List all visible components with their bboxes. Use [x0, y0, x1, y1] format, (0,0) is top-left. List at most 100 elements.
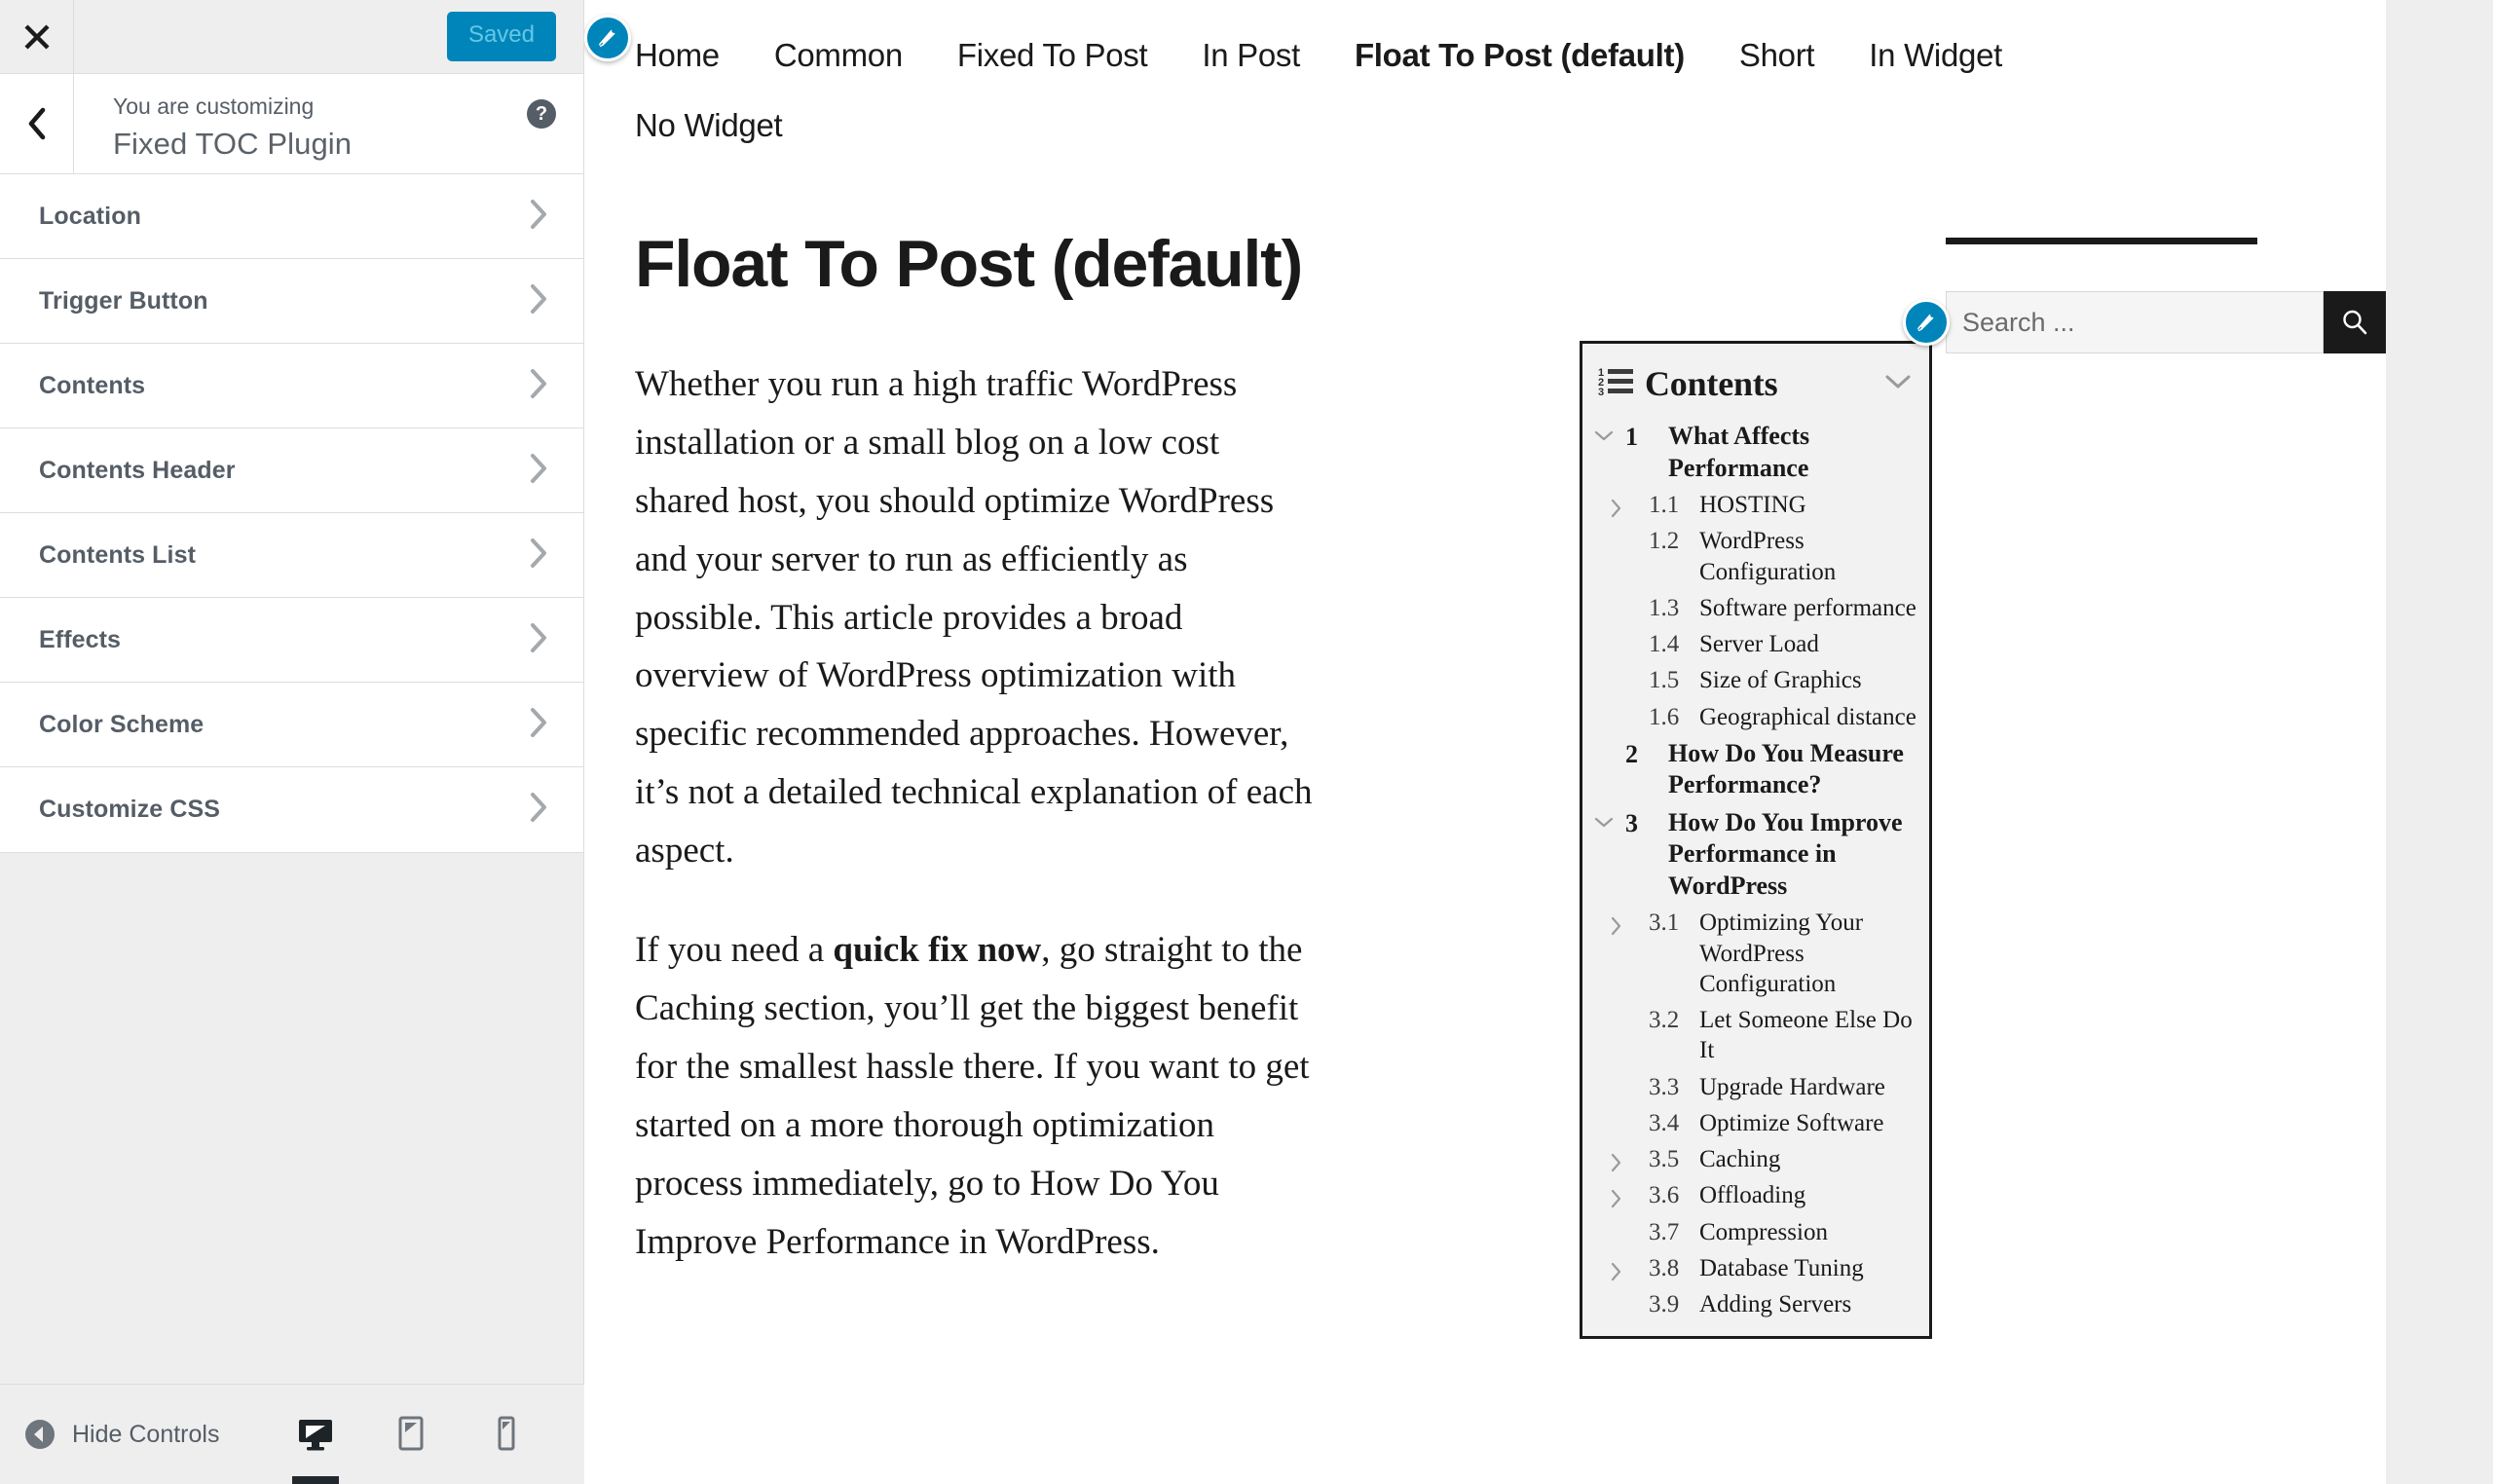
toc-item-label: Caching: [1699, 1146, 1781, 1172]
toc-item[interactable]: 3.2 Let Someone Else Do It: [1582, 1002, 1919, 1069]
back-button[interactable]: [0, 74, 74, 173]
sidebar-item-label: Contents List: [39, 540, 197, 569]
customizer-topbar: Saved: [0, 0, 583, 74]
toc-item[interactable]: 1.2 WordPress Configuration: [1582, 523, 1919, 590]
site-preview-frame: Home Common Fixed To Post In Post Float …: [584, 0, 2386, 1484]
toc-item-number: 2: [1625, 739, 1638, 768]
chevron-right-icon[interactable]: [1582, 908, 1649, 936]
pencil-icon: [1917, 314, 1934, 332]
preview-desktop-button[interactable]: [288, 1385, 343, 1484]
toc-twist-spacer: [1582, 1005, 1649, 1014]
sidebar-item-label: Contents Header: [39, 456, 236, 484]
toc-twist-spacer: [1582, 665, 1649, 674]
toc-item[interactable]: 3.8 Database Tuning: [1582, 1250, 1919, 1286]
search-input[interactable]: [1946, 291, 2324, 353]
sidebar-item-contents[interactable]: Contents: [0, 344, 583, 428]
toc-item-number: 3.5: [1649, 1146, 1680, 1172]
paragraph2-emphasis: quick fix now: [833, 930, 1042, 971]
svg-text:3: 3: [1598, 387, 1604, 398]
toc-item[interactable]: 3.7 Compression: [1582, 1214, 1919, 1250]
sidebar-item-label: Customize CSS: [39, 796, 221, 823]
chevron-right-icon: [527, 199, 562, 235]
customizing-subtitle: You are customizing: [113, 93, 315, 119]
ordered-list-icon: 1 2 3: [1598, 365, 1635, 403]
chevron-right-icon[interactable]: [1582, 490, 1649, 518]
save-button[interactable]: Saved: [446, 12, 556, 61]
device-preview-switcher: [288, 1385, 584, 1484]
toc-item[interactable]: 1.1 HOSTING: [1582, 487, 1919, 523]
toc-item-label: Size of Graphics: [1699, 667, 1862, 694]
chevron-right-icon[interactable]: [1582, 1144, 1649, 1172]
toc-title: Contents: [1645, 364, 1778, 403]
toc-item-label: What Affects Performance: [1668, 422, 1810, 482]
search-icon: [2343, 310, 2367, 335]
chevron-right-icon: [527, 453, 562, 489]
desktop-icon: [299, 1420, 332, 1451]
toc-twist-spacer: [1582, 1072, 1649, 1081]
topbar-actions: Saved: [74, 0, 583, 73]
toc-item-label: HOSTING: [1699, 492, 1806, 518]
nav-item-float-to-post[interactable]: Float To Post (default): [1355, 29, 1685, 82]
nav-item-short[interactable]: Short: [1739, 29, 1815, 82]
nav-item-in-post[interactable]: In Post: [1202, 29, 1300, 82]
toc-item[interactable]: 3 How Do You Improve Performance in Word…: [1582, 804, 1919, 906]
toc-item[interactable]: 3.9 Adding Servers: [1582, 1286, 1919, 1322]
toc-item-number: 1.4: [1649, 631, 1680, 657]
toc-item-number: 1.3: [1649, 594, 1680, 621]
sidebar-item-contents-header[interactable]: Contents Header: [0, 428, 583, 513]
toc-item-number: 3.3: [1649, 1073, 1680, 1100]
toc-item[interactable]: 1 What Affects Performance: [1582, 418, 1919, 487]
chevron-right-icon: [527, 283, 562, 319]
search-submit-button[interactable]: [2324, 291, 2386, 353]
sidebar-item-trigger-button[interactable]: Trigger Button: [0, 259, 583, 344]
table-of-contents-widget: 1 2 3 Contents 1 What Affects Performanc…: [1580, 341, 1932, 1340]
toc-item[interactable]: 3.3 Upgrade Hardware: [1582, 1069, 1919, 1105]
toc-item[interactable]: 2 How Do You Measure Performance?: [1582, 735, 1919, 804]
chevron-right-icon: [527, 792, 562, 828]
nav-item-home[interactable]: Home: [635, 29, 720, 82]
chevron-down-icon[interactable]: [1880, 369, 1916, 399]
nav-item-fixed-to-post[interactable]: Fixed To Post: [957, 29, 1148, 82]
close-icon: [23, 23, 50, 50]
post-article: Float To Post (default) Whether you run …: [584, 228, 2386, 1272]
sidebar-item-color-scheme[interactable]: Color Scheme: [0, 683, 583, 767]
toc-item[interactable]: 3.6 Offloading: [1582, 1177, 1919, 1213]
toc-item[interactable]: 1.5 Size of Graphics: [1582, 662, 1919, 698]
chevron-right-icon: [527, 622, 562, 658]
chevron-right-icon[interactable]: [1582, 1180, 1649, 1208]
sidebar-item-location[interactable]: Location: [0, 174, 583, 259]
toc-item-number: 1.6: [1649, 703, 1680, 730]
toc-item[interactable]: 3.1 Optimizing Your WordPress Configurat…: [1582, 905, 1919, 1002]
toc-item[interactable]: 3.5 Caching: [1582, 1141, 1919, 1177]
edit-shortcut-nav-button[interactable]: [584, 15, 631, 61]
chevron-right-icon[interactable]: [1582, 1253, 1649, 1281]
nav-item-in-widget[interactable]: In Widget: [1869, 29, 2002, 82]
close-customizer-button[interactable]: [0, 0, 74, 73]
sidebar-item-customize-css[interactable]: Customize CSS: [0, 767, 583, 852]
sidebar-item-effects[interactable]: Effects: [0, 598, 583, 683]
toc-item[interactable]: 1.4 Server Load: [1582, 626, 1919, 662]
nav-item-common[interactable]: Common: [774, 29, 903, 82]
edit-shortcut-search-button[interactable]: [1903, 299, 1950, 346]
toc-item-label: Let Someone Else Do It: [1699, 1007, 1913, 1064]
toc-twist-spacer: [1582, 1289, 1649, 1298]
nav-second-row: No Widget: [635, 82, 2220, 152]
help-icon[interactable]: ?: [527, 99, 556, 129]
paragraph2-part-2: , go straight to the Caching section, yo…: [635, 930, 1310, 1262]
sidebar-item-contents-list[interactable]: Contents List: [0, 513, 583, 598]
chevron-right-icon: [527, 707, 562, 743]
chevron-right-icon: [527, 368, 562, 404]
nav-item-no-widget[interactable]: No Widget: [635, 99, 783, 152]
toc-item[interactable]: 3.4 Optimize Software: [1582, 1105, 1919, 1141]
preview-tablet-button[interactable]: [384, 1385, 438, 1484]
toc-list: 1 What Affects Performance 1.1 HOSTING 1…: [1582, 418, 1929, 1336]
toc-item[interactable]: 1.3 Software performance: [1582, 590, 1919, 626]
toc-item[interactable]: 1.6 Geographical distance: [1582, 699, 1919, 735]
hide-controls-button[interactable]: Hide Controls: [0, 1418, 219, 1451]
toc-item-number: 3.4: [1649, 1109, 1680, 1136]
preview-mobile-button[interactable]: [479, 1385, 534, 1484]
widget-divider: [1946, 238, 2257, 244]
chevron-down-icon[interactable]: [1582, 421, 1625, 442]
chevron-down-icon[interactable]: [1582, 807, 1625, 829]
toc-item-label: How Do You Improve Performance in WordPr…: [1668, 807, 1903, 900]
